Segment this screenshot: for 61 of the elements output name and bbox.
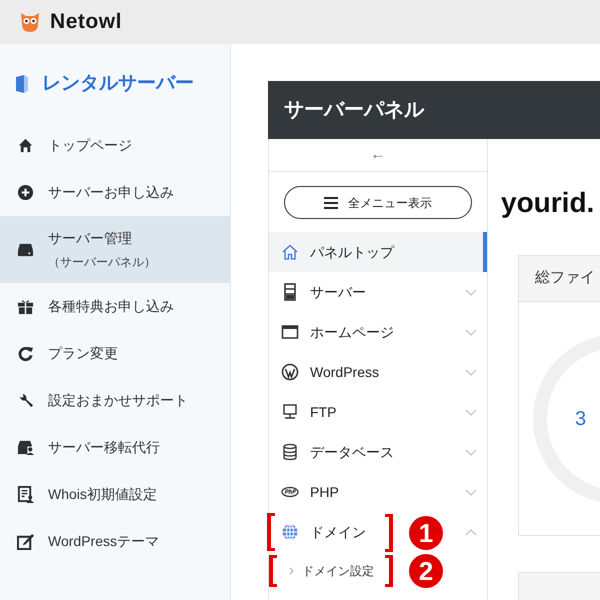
panel-nav-item[interactable]: ドメイン 1 — [269, 512, 487, 552]
step-number-badge: 1 — [409, 516, 443, 550]
window-icon — [281, 323, 299, 341]
server-icon — [281, 283, 299, 301]
panel-title: サーバーパネル — [284, 98, 424, 123]
bracket-mark — [385, 514, 393, 552]
document-person-icon — [17, 486, 34, 503]
panel-nav-item[interactable]: PHP — [269, 472, 487, 512]
monitor-icon — [281, 403, 299, 421]
edit-icon — [17, 533, 34, 550]
sidebar-item[interactable]: サーバー移転代行 — [0, 424, 230, 471]
book-icon — [14, 74, 30, 94]
owl-logo-icon — [18, 10, 42, 34]
chevron-down-icon — [465, 488, 477, 496]
card-title: 総ファイ — [535, 268, 595, 288]
sidebar-label: サーバー管理 — [48, 229, 133, 248]
panel-nav-item[interactable]: サーバー — [269, 272, 487, 312]
drive-icon — [17, 241, 34, 258]
gift-icon — [17, 298, 34, 315]
panel-subnav-item[interactable]: ドメイン設定 — [302, 562, 374, 580]
gauge-value: 3 — [575, 407, 586, 432]
refresh-icon — [17, 345, 34, 362]
wordpress-icon — [281, 363, 299, 381]
chevron-right-icon — [289, 567, 294, 575]
chevron-down-icon — [465, 408, 477, 416]
logo-text: Netowl — [50, 9, 122, 36]
step-number-badge: 2 — [409, 554, 443, 588]
sidebar-item[interactable]: トップページ — [0, 122, 230, 169]
sidebar-sublabel: （サーバーパネル） — [48, 254, 156, 271]
sidebar-item[interactable]: サーバーお申し込み — [0, 169, 230, 216]
chevron-down-icon — [465, 368, 477, 376]
sidebar-item[interactable]: 各種特典お申し込み — [0, 283, 230, 330]
panel-nav-item[interactable]: FTP — [269, 392, 487, 432]
bracket-mark — [267, 513, 275, 551]
server-person-icon — [17, 439, 34, 456]
plus-circle-icon — [17, 184, 34, 201]
panel-nav-item[interactable]: データベース — [269, 432, 487, 472]
sidebar-item[interactable]: WordPressテーマ — [0, 518, 230, 565]
sidebar-item[interactable]: Whois初期値設定 — [0, 471, 230, 518]
chevron-down-icon — [465, 448, 477, 456]
database-icon — [281, 443, 299, 461]
home-icon — [17, 137, 34, 154]
all-menu-button[interactable]: 全メニュー表示 — [284, 186, 472, 219]
bracket-mark — [385, 555, 393, 587]
panel-nav-item[interactable]: ホームページ — [269, 312, 487, 352]
bracket-mark — [269, 555, 277, 587]
domain-heading: yourid. — [501, 186, 596, 220]
wrench-icon — [17, 392, 34, 409]
panel-nav-item[interactable]: WordPress — [269, 352, 487, 392]
chevron-up-icon — [465, 528, 477, 536]
back-button[interactable]: ← — [269, 139, 487, 172]
sidebar-item[interactable]: サーバー管理 （サーバーパネル） — [0, 216, 230, 283]
home-icon — [281, 243, 299, 261]
sidebar-title: レンタルサーバー — [42, 72, 194, 96]
chevron-down-icon — [465, 288, 477, 296]
menu-icon — [324, 196, 338, 208]
panel-nav-item[interactable]: パネルトップ — [269, 232, 487, 272]
sidebar-item[interactable]: 設定おまかせサポート — [0, 377, 230, 424]
globe-icon — [281, 523, 299, 541]
sidebar-item[interactable]: プラン変更 — [0, 330, 230, 377]
chevron-down-icon — [465, 328, 477, 336]
